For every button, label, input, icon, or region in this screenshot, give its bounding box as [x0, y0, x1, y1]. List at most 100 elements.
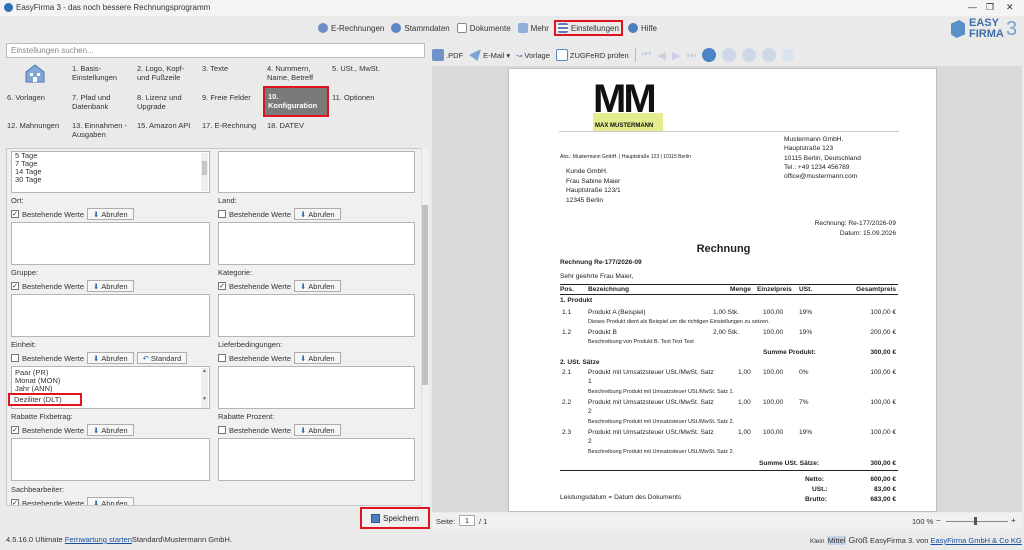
status-bar-right: Klein Mittel Groß EasyFirma 3. von EasyF…: [810, 535, 1022, 545]
size-klein[interactable]: Klein: [810, 538, 824, 545]
zugferd-button[interactable]: ZUGFeRD prüfen: [555, 49, 629, 61]
row-name-cont: 2: [588, 408, 592, 415]
pdf-button[interactable]: .PDF: [432, 49, 463, 61]
zoom-settings-icon[interactable]: [762, 48, 777, 62]
print-icon[interactable]: [782, 49, 795, 61]
first-page-icon[interactable]: ⏮: [642, 49, 652, 62]
nav-logo-kopf-fusszeile[interactable]: 2. Logo, Kopf- und Fußzeile: [137, 64, 195, 82]
einheit-bestehende-checkbox[interactable]: [11, 354, 19, 362]
kategorie-abrufen-label: Abrufen: [308, 281, 335, 291]
top-right-list[interactable]: [218, 151, 415, 193]
nav-mahnungen[interactable]: 12. Mahnungen: [7, 121, 67, 130]
nav-lizenz-upgrade[interactable]: 8. Lizenz und Upgrade: [137, 93, 195, 111]
rabatte-proz-label: Rabatte Prozent:: [218, 412, 275, 421]
menu-hilfe[interactable]: Hilfe: [626, 22, 659, 34]
kategorie-values-box[interactable]: [218, 294, 415, 337]
menu-mehr[interactable]: Mehr: [516, 22, 551, 34]
nav-einnahmen-ausgaben[interactable]: 13. Einnahmen - Ausgaben: [72, 121, 130, 139]
sachbearbeiter-bestehende-checkbox[interactable]: ✓: [11, 499, 19, 505]
last-page-icon[interactable]: ⏭: [686, 49, 696, 62]
list-item-deziliter[interactable]: Deziliter (DLT): [11, 396, 62, 404]
company-address: Mustermann GmbH. Hauptstraße 123 10115 B…: [784, 135, 861, 181]
kategorie-bestehende-checkbox[interactable]: ✓: [218, 282, 226, 290]
rabatte-fix-abrufen-button[interactable]: ⬇ Abrufen: [87, 424, 134, 436]
rabatte-proz-values-box[interactable]: [218, 438, 415, 481]
land-bestehende-label: Bestehende Werte: [229, 209, 291, 219]
rabatte-fix-values-box[interactable]: [11, 438, 210, 481]
zahlungsziel-list[interactable]: 5 Tage 7 Tage 14 Tage 30 Tage: [11, 151, 210, 193]
menu-einstellungen[interactable]: Einstellungen: [553, 20, 623, 36]
nav-datev[interactable]: 18. DATEV: [267, 121, 325, 130]
close-icon[interactable]: ✕: [1006, 2, 1014, 13]
menu-dokumente[interactable]: Dokumente: [455, 22, 513, 34]
einheit-abrufen-button[interactable]: ⬇ Abrufen: [87, 352, 134, 364]
nav-ust-mwst[interactable]: 5. USt., MwSt.: [332, 64, 392, 73]
zoom-in-icon[interactable]: [722, 48, 737, 62]
configuration-form[interactable]: 5 Tage 7 Tage 14 Tage 30 Tage Ort: ✓ Best…: [6, 148, 427, 506]
gruppe-values-box[interactable]: [11, 294, 210, 337]
sachbearbeiter-abrufen-button[interactable]: ⬇ Abrufen: [87, 497, 134, 505]
land-bestehende-checkbox[interactable]: [218, 210, 226, 218]
nav-texte[interactable]: 3. Texte: [202, 64, 260, 73]
land-abrufen-button[interactable]: ⬇ Abrufen: [294, 208, 341, 220]
ort-abrufen-button[interactable]: ⬇ Abrufen: [87, 208, 134, 220]
size-mittel[interactable]: Mittel: [826, 536, 847, 545]
vorlage-button[interactable]: ↝ Vorlage: [516, 51, 550, 60]
zoom-out-icon[interactable]: [742, 48, 757, 62]
list-item[interactable]: 5 Tage: [12, 152, 209, 160]
prev-page-icon[interactable]: ◀: [658, 49, 666, 62]
gruppe-abrufen-button[interactable]: ⬇ Abrufen: [87, 280, 134, 292]
land-values-box[interactable]: [218, 222, 415, 265]
nav-amazon-api[interactable]: 15. Amazon API: [137, 121, 197, 130]
settings-search-input[interactable]: Einstellungen suchen...: [6, 43, 425, 58]
rabatte-fix-bestehende-checkbox[interactable]: ✓: [11, 426, 19, 434]
nav-e-rechnung[interactable]: 17. E-Rechnung: [202, 121, 260, 130]
col-einzelpreis: Einzelpreis: [757, 286, 792, 293]
zoom-slider-thumb[interactable]: [974, 517, 977, 525]
menu-erechnungen[interactable]: E-Rechnungen: [316, 22, 386, 34]
nav-nummern[interactable]: 4. Nummern, Name, Betreff: [267, 64, 325, 82]
menu-stammdaten[interactable]: Stammdaten: [389, 22, 451, 34]
nav-vorlagen[interactable]: 6. Vorlagen: [7, 93, 65, 102]
page-number-input[interactable]: 1: [459, 515, 475, 526]
einheit-standard-button[interactable]: ↶ Standard: [136, 352, 188, 364]
ort-values-box[interactable]: [11, 222, 210, 265]
lieferbedingungen-abrufen-button[interactable]: ⬇ Abrufen: [294, 352, 341, 364]
invoice-greeting: Sehr geehrte Frau Maier,: [560, 273, 634, 280]
kategorie-abrufen-button[interactable]: ⬇ Abrufen: [294, 280, 341, 292]
minimize-icon[interactable]: —: [968, 2, 977, 12]
nav-pfad-datenbank[interactable]: 7. Pfad und Datenbank: [72, 93, 130, 111]
zoom-in-button[interactable]: +: [1011, 516, 1016, 525]
company-link[interactable]: EasyFirma GmbH & Co KG: [931, 536, 1022, 545]
nav-freie-felder[interactable]: 9. Freie Felder: [202, 93, 260, 102]
size-gross[interactable]: Groß: [849, 535, 868, 545]
form-scrollbar-thumb[interactable]: [422, 205, 428, 385]
lieferbedingungen-controls: Bestehende Werte ⬇ Abrufen: [218, 352, 341, 364]
nav-optionen[interactable]: 11. Optionen: [332, 93, 392, 102]
lieferbedingungen-bestehende-checkbox[interactable]: [218, 354, 226, 362]
nav-basis-einstellungen[interactable]: 1. Basis-Einstellungen: [72, 64, 130, 82]
list-item[interactable]: Jahr (ANN): [12, 385, 209, 393]
email-button[interactable]: E-Mail ▾: [469, 49, 510, 61]
save-button[interactable]: Speichern: [360, 507, 430, 529]
next-page-icon[interactable]: ▶: [672, 49, 680, 62]
list-scrollbar[interactable]: ▲ ▼: [201, 368, 208, 408]
home-icon[interactable]: [24, 63, 46, 83]
fernwartung-link[interactable]: Fernwartung starten: [65, 535, 132, 544]
download-icon: ⬇: [300, 281, 307, 291]
restore-icon[interactable]: ❐: [986, 2, 994, 13]
list-scrollbar[interactable]: [201, 153, 208, 191]
lieferbedingungen-values-box[interactable]: [218, 366, 415, 409]
zoom-slider[interactable]: [946, 521, 1008, 522]
nav-konfiguration[interactable]: 10. Konfiguration: [265, 88, 327, 115]
rabatte-proz-abrufen-button[interactable]: ⬇ Abrufen: [294, 424, 341, 436]
zoom-fit-icon[interactable]: [702, 48, 717, 62]
list-item[interactable]: 30 Tage: [12, 176, 209, 184]
ort-bestehende-checkbox[interactable]: ✓: [11, 210, 19, 218]
rabatte-proz-bestehende-checkbox[interactable]: [218, 426, 226, 434]
send-icon: [469, 49, 482, 61]
gruppe-bestehende-checkbox[interactable]: ✓: [11, 282, 19, 290]
zoom-out-button[interactable]: −: [936, 516, 941, 525]
kategorie-controls: ✓ Bestehende Werte ⬇ Abrufen: [218, 280, 341, 292]
window-title: EasyFirma 3 - das noch bessere Rechnungs…: [16, 3, 211, 12]
